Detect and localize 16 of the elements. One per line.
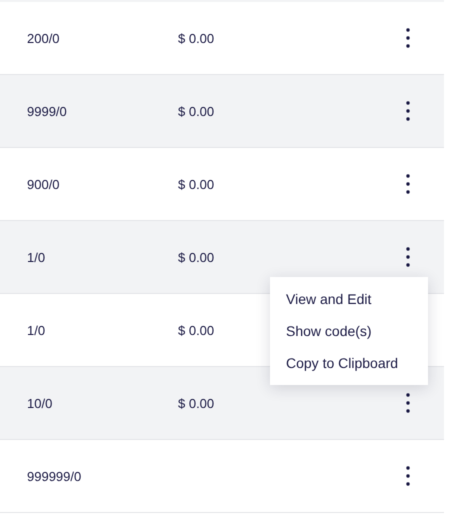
amount-cell: $ 0.00 <box>178 176 214 192</box>
quantity-cell-text: 999999/0 <box>26 468 82 484</box>
menu-item[interactable]: Show code(s) <box>270 315 428 347</box>
amount-cell: $ 0.00 <box>178 322 214 338</box>
amount-cell: $ 0.00 <box>178 250 214 264</box>
amount-cell: $ 0.00 <box>178 104 214 118</box>
quantity-cell-text: 1/0 <box>26 250 46 264</box>
menu-item[interactable]: View and Edit <box>270 283 428 315</box>
quantity-cell-text: 10/0 <box>26 396 54 410</box>
amount-cell: $ 0.00 <box>178 30 214 46</box>
quantity-cell-text: 1/0 <box>26 322 46 338</box>
quantity-cell-text: 900/0 <box>26 176 61 192</box>
quantity-cell-text: 200/0 <box>26 30 61 46</box>
quantity-cell-text: 9999/0 <box>26 104 68 118</box>
menu-item[interactable]: Copy to Clipboard <box>270 347 428 379</box>
amount-cell: $ 0.00 <box>178 396 214 410</box>
